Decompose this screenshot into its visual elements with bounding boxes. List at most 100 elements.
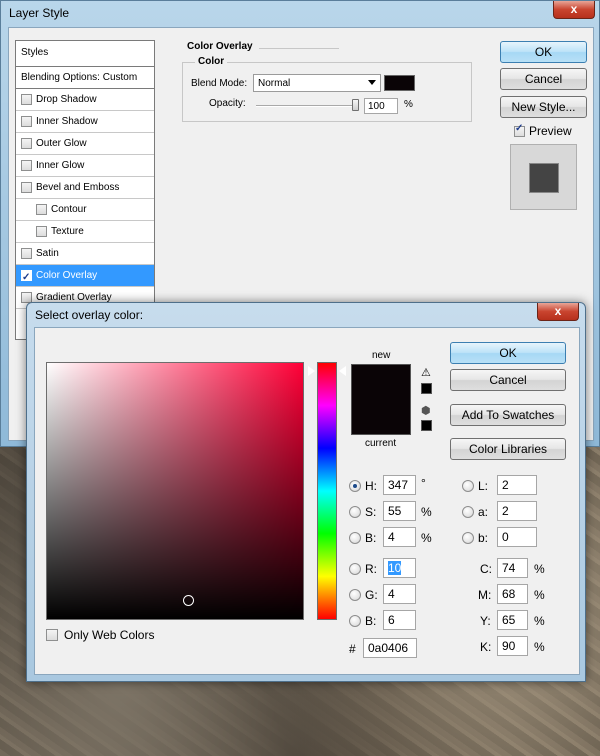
current-label: current	[365, 438, 397, 449]
style-item-checkbox[interactable]	[36, 226, 47, 237]
b-channel-field-label: b:	[478, 531, 489, 545]
style-item-contour[interactable]: Contour	[16, 199, 154, 221]
color-field[interactable]	[46, 362, 304, 620]
black-field-label: K:	[480, 640, 492, 654]
green-field[interactable]: 4	[383, 584, 416, 604]
brightness-radio[interactable]	[349, 532, 361, 544]
preview-checkbox[interactable]: Preview	[514, 123, 572, 138]
b-channel-field[interactable]: 0	[497, 527, 537, 547]
color-cancel-button[interactable]: Cancel	[450, 369, 566, 391]
lightness-radio[interactable]	[462, 480, 474, 492]
hue-slider-right-arrow-icon[interactable]	[339, 366, 346, 377]
saturation-field[interactable]: 55	[383, 501, 416, 521]
brightness-field[interactable]: 4	[383, 527, 416, 547]
a-channel-radio[interactable]	[462, 506, 474, 518]
brightness-field-label: B:	[365, 531, 377, 545]
color-picker-close-button[interactable]: x	[537, 303, 579, 321]
black-unit: %	[534, 640, 545, 654]
style-item-checkbox[interactable]	[21, 116, 32, 127]
style-item-inner-glow[interactable]: Inner Glow	[16, 155, 154, 177]
opacity-input[interactable]: 100	[364, 98, 398, 114]
close-button[interactable]: x	[553, 1, 595, 19]
overlay-color-swatch[interactable]	[384, 75, 415, 91]
new-color-preview	[351, 364, 411, 400]
hue-slider-left-arrow-icon[interactable]	[308, 366, 315, 377]
out-of-gamut-warning-icon[interactable]: ⚠	[421, 368, 431, 379]
style-item-texture[interactable]: Texture	[16, 221, 154, 243]
hue-radio[interactable]	[349, 480, 361, 492]
hue-field-label: H:	[365, 479, 377, 493]
style-preview	[510, 144, 577, 210]
a-channel-field[interactable]: 2	[497, 501, 537, 521]
color-group-title: Color	[195, 56, 228, 67]
blend-mode-value: Normal	[258, 78, 291, 89]
red-field-value: 10	[388, 561, 402, 575]
web-safe-color-swatch[interactable]	[421, 420, 432, 431]
saturation-radio[interactable]	[349, 506, 361, 518]
new-style-button[interactable]: New Style...	[500, 96, 587, 118]
styles-header[interactable]: Styles	[16, 41, 154, 67]
hex-field[interactable]: 0a0406	[363, 638, 417, 658]
style-item-label: Color Overlay	[36, 269, 98, 281]
web-safe-cube-icon[interactable]: ⬢	[421, 406, 431, 417]
blend-mode-select[interactable]: Normal	[253, 74, 381, 92]
blue-field-label: B:	[365, 614, 377, 628]
style-item-label: Contour	[51, 203, 87, 215]
lightness-field[interactable]: 2	[497, 475, 537, 495]
new-label: new	[372, 350, 391, 361]
opacity-slider-thumb[interactable]	[352, 99, 359, 111]
red-field[interactable]: 10	[383, 558, 416, 578]
style-item-checkbox[interactable]	[21, 94, 32, 105]
style-item-label: Inner Shadow	[36, 115, 98, 127]
add-to-swatches-button[interactable]: Add To Swatches	[450, 404, 566, 426]
style-item-bevel-and-emboss[interactable]: Bevel and Emboss	[16, 177, 154, 199]
blue-radio[interactable]	[349, 615, 361, 627]
color-field-cursor-icon[interactable]	[182, 594, 194, 606]
style-item-drop-shadow[interactable]: Drop Shadow	[16, 89, 154, 111]
black-field[interactable]: 90	[497, 636, 528, 656]
only-web-colors-checkbox[interactable]: Only Web Colors	[46, 628, 154, 642]
style-item-inner-shadow[interactable]: Inner Shadow	[16, 111, 154, 133]
section-title: Color Overlay	[184, 41, 256, 52]
preview-checkbox-box[interactable]	[514, 123, 525, 137]
section-divider	[259, 48, 339, 49]
opacity-slider-track[interactable]	[256, 105, 359, 107]
style-item-checkbox[interactable]	[21, 160, 32, 171]
hue-field[interactable]: 347	[383, 475, 416, 495]
blue-field[interactable]: 6	[383, 610, 416, 630]
style-item-outer-glow[interactable]: Outer Glow	[16, 133, 154, 155]
style-preview-square	[529, 163, 559, 193]
current-color-preview[interactable]	[351, 400, 411, 435]
color-picker-body: new current ⚠ ⬢ OK Cancel Add To Swatche…	[34, 327, 580, 675]
gamut-color-swatch[interactable]	[421, 383, 432, 394]
color-group	[182, 62, 472, 122]
cyan-field[interactable]: 74	[497, 558, 528, 578]
cancel-button[interactable]: Cancel	[500, 68, 587, 90]
only-web-colors-box[interactable]	[46, 629, 58, 641]
style-item-checkbox[interactable]	[21, 267, 32, 289]
b-channel-radio[interactable]	[462, 532, 474, 544]
cyan-field-label: C:	[480, 562, 492, 576]
style-item-color-overlay[interactable]: Color Overlay	[16, 265, 154, 289]
green-radio[interactable]	[349, 589, 361, 601]
magenta-field[interactable]: 68	[497, 584, 528, 604]
red-radio[interactable]	[349, 563, 361, 575]
opacity-unit: %	[404, 99, 413, 110]
color-ok-button[interactable]: OK	[450, 342, 566, 364]
style-item-checkbox[interactable]	[21, 248, 32, 259]
close-icon: x	[570, 2, 578, 16]
style-item-checkbox[interactable]	[21, 182, 32, 193]
hue-slider[interactable]	[317, 362, 337, 620]
layer-style-titlebar[interactable]: Layer Style x	[1, 1, 599, 27]
style-item-label: Outer Glow	[36, 137, 87, 149]
yellow-field[interactable]: 65	[497, 610, 528, 630]
style-item-checkbox[interactable]	[36, 204, 47, 215]
ok-button[interactable]: OK	[500, 41, 587, 63]
color-libraries-button[interactable]: Color Libraries	[450, 438, 566, 460]
style-item-checkbox[interactable]	[21, 138, 32, 149]
blending-options-item[interactable]: Blending Options: Custom	[16, 67, 154, 89]
close-icon: x	[554, 304, 562, 318]
style-item-satin[interactable]: Satin	[16, 243, 154, 265]
yellow-field-label: Y:	[480, 614, 491, 628]
magenta-unit: %	[534, 588, 545, 602]
